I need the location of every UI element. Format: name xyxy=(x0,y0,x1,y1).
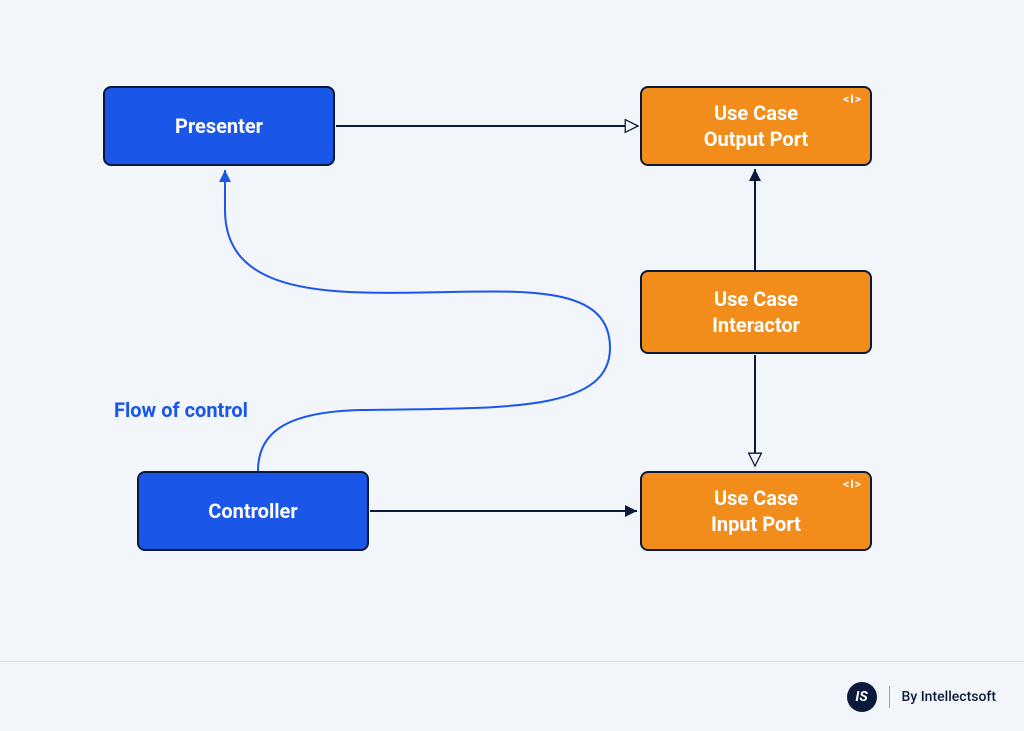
flow-of-control-label: Flow of control xyxy=(114,398,248,422)
box-presenter: Presenter xyxy=(103,86,335,166)
box-interactor: Use Case Interactor xyxy=(640,270,872,354)
arrow-flow-of-control xyxy=(225,170,610,471)
box-input-port: <I> Use Case Input Port xyxy=(640,471,872,551)
footer-divider xyxy=(889,686,890,708)
box-presenter-label: Presenter xyxy=(175,113,263,139)
box-controller: Controller xyxy=(137,471,369,551)
box-controller-label: Controller xyxy=(208,498,297,524)
box-input-port-label: Use Case Input Port xyxy=(711,485,801,537)
interface-icon: <I> xyxy=(843,477,862,493)
box-output-port: <I> Use Case Output Port xyxy=(640,86,872,166)
logo-icon: IS xyxy=(847,682,877,712)
box-output-port-label: Use Case Output Port xyxy=(704,100,809,152)
footer-bar: IS By Intellectsoft xyxy=(0,661,1024,731)
diagram-canvas: Presenter Controller <I> Use Case Output… xyxy=(0,0,1024,731)
footer-byline: By Intellectsoft xyxy=(902,689,996,705)
box-interactor-label: Use Case Interactor xyxy=(712,286,800,338)
interface-icon: <I> xyxy=(843,92,862,108)
